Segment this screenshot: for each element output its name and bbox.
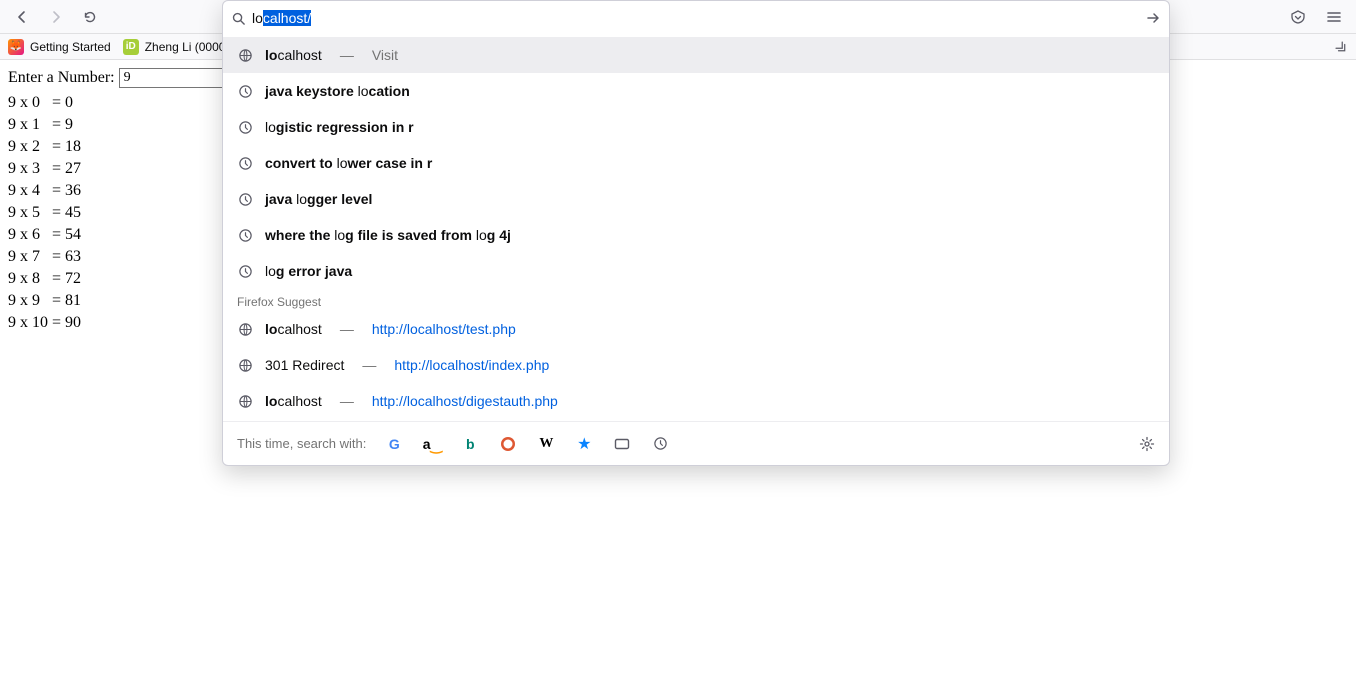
reload-button[interactable]	[76, 3, 104, 31]
clock-icon	[237, 119, 253, 135]
suggest-section-label: Firefox Suggest	[223, 289, 1169, 311]
suggestion-title: where the log file is saved from log 4j	[265, 227, 511, 243]
suggestion-history[interactable]: java keystore location	[223, 73, 1169, 109]
clock-icon	[237, 227, 253, 243]
suggestion-title: 301 Redirect	[265, 357, 344, 373]
engine-bing[interactable]: b	[460, 434, 480, 454]
search-icon	[231, 11, 246, 26]
suggestion-title: log error java	[265, 263, 352, 279]
suggestion-url: http://localhost/index.php	[394, 357, 549, 373]
suggestions-list: localhost — Visit java keystore location…	[223, 35, 1169, 421]
suggestion-visit[interactable]: localhost — Visit	[223, 37, 1169, 73]
app-menu-button[interactable]	[1320, 3, 1348, 31]
engine-wikipedia[interactable]: W	[536, 434, 556, 454]
bookmark-getting-started[interactable]: 🦊 Getting Started	[8, 39, 111, 55]
suggest-settings-button[interactable]	[1139, 436, 1155, 452]
suggestion-title: localhost	[265, 47, 322, 63]
globe-icon	[237, 321, 253, 337]
suggestion-history[interactable]: logistic regression in r	[223, 109, 1169, 145]
engine-tabs[interactable]	[612, 434, 632, 454]
urlbar[interactable]: localhost/	[223, 1, 1169, 35]
suggestion-site[interactable]: 301 Redirect—http://localhost/index.php	[223, 347, 1169, 383]
suggestion-title: localhost	[265, 321, 322, 337]
forward-button[interactable]	[42, 3, 70, 31]
go-button[interactable]	[1145, 10, 1161, 26]
suggestion-history[interactable]: java logger level	[223, 181, 1169, 217]
suggestion-title: convert to lower case in r	[265, 155, 432, 171]
search-engine-oneoffs: This time, search with: G a‿ b W ★	[223, 421, 1169, 465]
number-input[interactable]	[119, 68, 229, 88]
firefox-icon: 🦊	[8, 39, 24, 55]
suggestion-url: http://localhost/digestauth.php	[372, 393, 558, 409]
engine-duckduckgo[interactable]	[498, 434, 518, 454]
suggestion-history[interactable]: log error java	[223, 253, 1169, 289]
urlbar-dropdown: localhost/ localhost — Visit java keysto…	[222, 0, 1170, 466]
oneoff-label: This time, search with:	[237, 436, 366, 451]
suggestion-title: java logger level	[265, 191, 372, 207]
orcid-icon: iD	[123, 39, 139, 55]
clock-icon	[237, 263, 253, 279]
suggestion-history[interactable]: where the log file is saved from log 4j	[223, 217, 1169, 253]
engine-amazon[interactable]: a‿	[422, 434, 442, 454]
save-to-pocket-button[interactable]	[1284, 3, 1312, 31]
suggestion-history[interactable]: convert to lower case in r	[223, 145, 1169, 181]
suggestion-action: Visit	[372, 47, 398, 63]
bookmark-label: Zheng Li (0000-	[145, 40, 230, 54]
input-label: Enter a Number:	[8, 69, 115, 87]
clock-icon	[237, 191, 253, 207]
engine-bookmarks[interactable]: ★	[574, 434, 594, 454]
suggestion-title: java keystore location	[265, 83, 410, 99]
bookmarks-overflow-button[interactable]	[1334, 40, 1348, 54]
urlbar-input-text[interactable]: localhost/	[252, 10, 311, 26]
bookmark-label: Getting Started	[30, 40, 111, 54]
suggestion-title: logistic regression in r	[265, 119, 414, 135]
suggestion-url: http://localhost/test.php	[372, 321, 516, 337]
clock-icon	[237, 155, 253, 171]
clock-icon	[237, 83, 253, 99]
bookmark-zheng-li[interactable]: iD Zheng Li (0000-	[123, 39, 230, 55]
globe-icon	[237, 47, 253, 63]
suggestion-title: localhost	[265, 393, 322, 409]
engine-google[interactable]: G	[384, 434, 404, 454]
engine-history[interactable]	[650, 434, 670, 454]
globe-icon	[237, 357, 253, 373]
back-button[interactable]	[8, 3, 36, 31]
dash: —	[340, 47, 354, 63]
suggestion-site[interactable]: localhost—http://localhost/test.php	[223, 311, 1169, 347]
globe-icon	[237, 393, 253, 409]
suggestion-site[interactable]: localhost—http://localhost/digestauth.ph…	[223, 383, 1169, 419]
